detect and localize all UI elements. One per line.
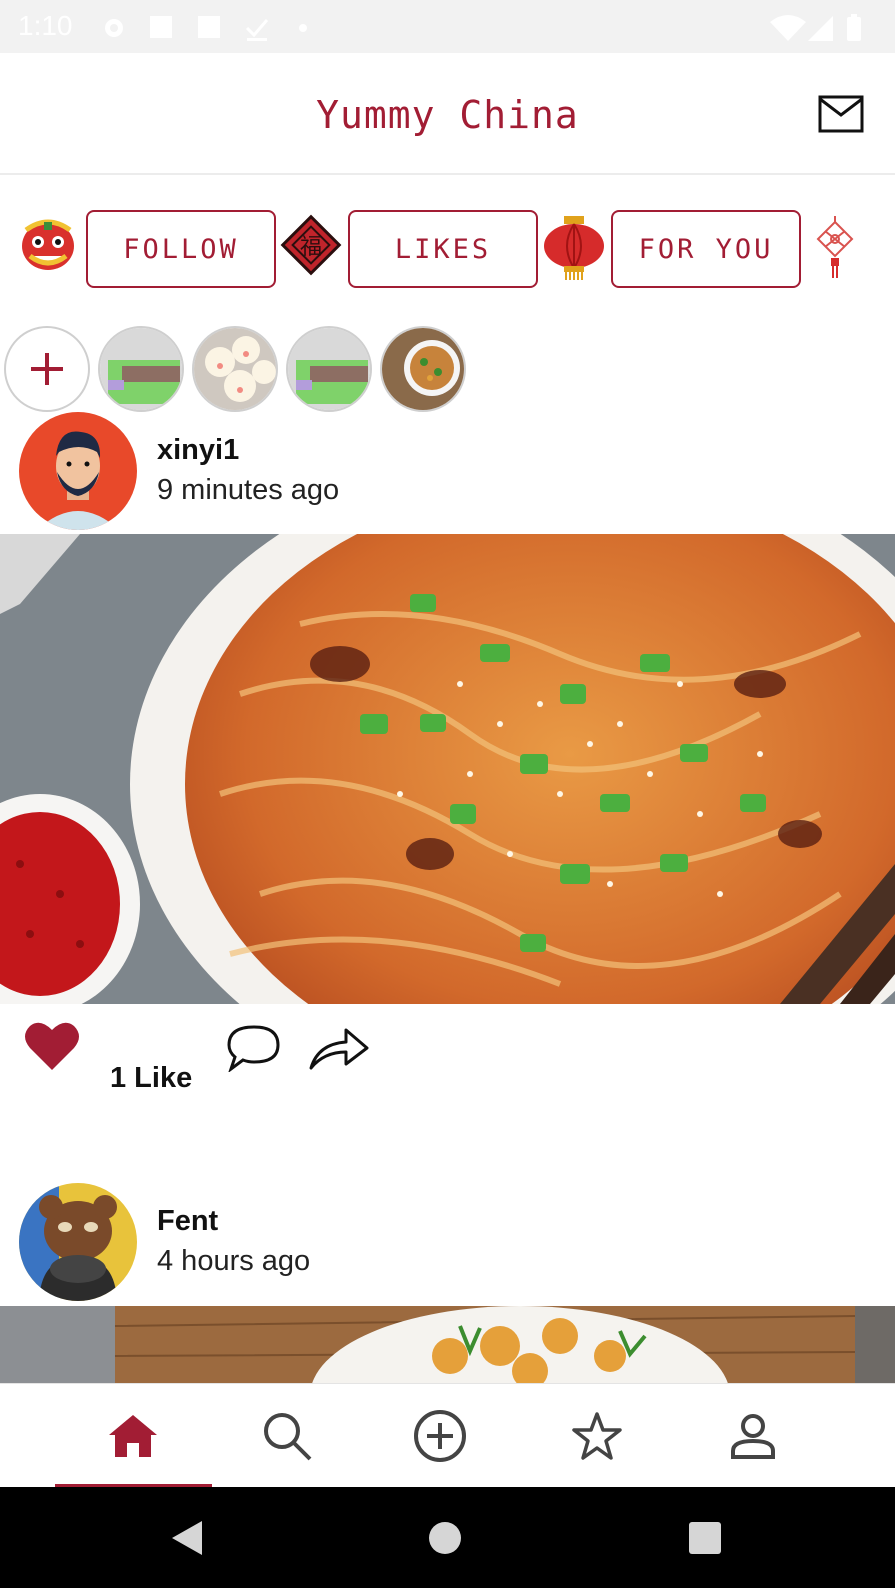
noodle-dish-photo: [0, 534, 895, 1004]
profile-icon: [731, 1414, 775, 1459]
signal-icon: [808, 16, 833, 41]
heart-icon[interactable]: [24, 1020, 80, 1072]
user-avatar-illustration: [19, 412, 137, 530]
story-avatar[interactable]: [192, 326, 278, 412]
back-icon[interactable]: [168, 1519, 204, 1557]
tab-follow[interactable]: FOLLOW: [86, 210, 276, 288]
system-nav-bar: [0, 1487, 895, 1588]
bottom-nav: [0, 1383, 895, 1488]
font-icon: [198, 16, 220, 38]
pixel-art-thumbnail: [288, 328, 370, 410]
fu-diamond-icon: 福: [280, 214, 342, 276]
post-actions: 1 Like: [0, 1020, 895, 1110]
download-done-icon: [245, 19, 269, 41]
nav-favorites[interactable]: [519, 1384, 675, 1488]
top-app-bar: Yummy China: [0, 53, 895, 175]
home-circle-icon[interactable]: [426, 1519, 464, 1557]
chicken-dish-photo: [0, 1306, 895, 1383]
story-avatar[interactable]: [98, 326, 184, 412]
mail-icon[interactable]: [818, 95, 864, 133]
status-bar: 1:10: [0, 0, 895, 53]
post-username[interactable]: xinyi1: [157, 434, 239, 467]
buns-thumbnail: [194, 328, 276, 410]
wifi-icon: [770, 15, 806, 41]
pixel-art-thumbnail: [100, 328, 182, 410]
post-username[interactable]: Fent: [157, 1205, 218, 1238]
status-time: 1:10: [18, 10, 73, 41]
category-row: FOLLOW 福 LIKES FOR YOU: [0, 176, 895, 316]
post-header: Fent 4 hours ago: [0, 1183, 895, 1303]
stories-row: [0, 326, 895, 416]
plus-icon: [31, 353, 63, 385]
like-count: 1 Like: [110, 1062, 193, 1094]
share-icon[interactable]: [308, 1024, 370, 1072]
avatar[interactable]: [19, 412, 137, 530]
avatar[interactable]: [19, 1183, 137, 1301]
lion-dance-icon: [22, 219, 74, 270]
home-icon: [109, 1415, 157, 1457]
nav-home[interactable]: [55, 1384, 211, 1488]
rice-bowl-thumbnail: [382, 328, 464, 410]
dot-icon: [299, 24, 307, 32]
recents-icon[interactable]: [688, 1521, 722, 1555]
teddy-bear-avatar: [19, 1183, 137, 1301]
notification-square-icon: [150, 16, 172, 38]
star-icon: [572, 1412, 622, 1460]
chinese-knot-icon: [816, 216, 854, 278]
post-image[interactable]: [0, 1306, 895, 1383]
add-circle-icon: [414, 1410, 466, 1462]
comment-icon[interactable]: [226, 1024, 282, 1072]
story-avatar[interactable]: [286, 326, 372, 412]
lantern-icon: [544, 216, 604, 280]
tab-likes[interactable]: LIKES: [348, 210, 538, 288]
post-timestamp: 9 minutes ago: [157, 474, 340, 506]
nav-profile[interactable]: [675, 1384, 831, 1488]
post-timestamp: 4 hours ago: [157, 1245, 311, 1277]
post-header: xinyi1 9 minutes ago: [0, 412, 895, 532]
nav-add[interactable]: [362, 1384, 518, 1488]
battery-icon: [847, 14, 861, 41]
tab-for-you[interactable]: FOR YOU: [611, 210, 801, 288]
nav-search[interactable]: [209, 1384, 365, 1488]
add-story-button[interactable]: [4, 326, 90, 412]
search-icon: [264, 1413, 312, 1461]
story-avatar[interactable]: [380, 326, 466, 412]
app-title: Yummy China: [316, 93, 579, 137]
svg-text:福: 福: [300, 235, 322, 260]
settings-icon: [105, 19, 123, 37]
post-image[interactable]: [0, 534, 895, 1004]
